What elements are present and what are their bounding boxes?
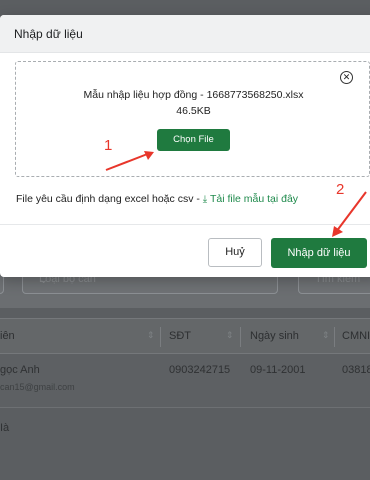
table-footer: Ià <box>0 410 370 460</box>
row-phone: 0903242715 <box>169 364 231 376</box>
column-divider <box>240 327 241 347</box>
annotation-arrow-1 <box>105 151 154 171</box>
annotation-arrow-2 <box>332 191 367 237</box>
table-row[interactable]: gọc Anh can15@gmail.com 0903242715 09-11… <box>0 354 370 408</box>
modal-header: Nhập dữ liệu <box>0 15 370 53</box>
column-divider <box>334 327 335 347</box>
format-hint: File yêu cầu định dạng excel hoặc csv - … <box>16 193 298 205</box>
format-hint-text: File yêu cầu định dạng excel hoặc csv - <box>16 193 203 205</box>
column-header-name[interactable]: iên <box>0 330 15 342</box>
import-modal: Nhập dữ liệu ✕ Mẫu nhập liệu hợp đồng - … <box>0 15 370 277</box>
cancel-button[interactable]: Huỷ <box>208 238 262 267</box>
file-size: 46.5KB <box>176 105 211 117</box>
data-table: iên ⇕ SĐT ⇕ Ngày sinh ⇕ CMNI gọc Anh can… <box>0 318 370 408</box>
row-name: gọc Anh <box>0 364 40 376</box>
column-divider <box>160 327 161 347</box>
file-drop-zone[interactable]: ✕ Mẫu nhập liệu hợp đồng - 1668773568250… <box>15 61 370 177</box>
remove-file-icon[interactable]: ✕ <box>340 71 353 84</box>
row-email: can15@gmail.com <box>0 382 75 392</box>
modal-title: Nhập dữ liệu <box>14 27 83 41</box>
table-header: iên ⇕ SĐT ⇕ Ngày sinh ⇕ CMNI <box>0 318 370 354</box>
column-header-phone[interactable]: SĐT <box>169 330 191 342</box>
modal-footer-divider <box>0 224 370 225</box>
file-name: Mẫu nhập liệu hợp đồng - 1668773568250.x… <box>83 89 304 101</box>
row-dob: 09-11-2001 <box>250 364 306 376</box>
sort-icon[interactable]: ⇕ <box>226 330 234 341</box>
column-header-dob[interactable]: Ngày sinh <box>250 330 299 342</box>
sort-icon[interactable]: ⇕ <box>147 330 155 341</box>
column-header-id[interactable]: CMNI <box>342 330 370 342</box>
download-icon[interactable]: ⤓ <box>203 194 207 205</box>
row-id: 03818 <box>342 364 370 376</box>
choose-file-button[interactable]: Chọn File <box>157 129 230 151</box>
footer-text: Ià <box>0 422 10 434</box>
sort-icon[interactable]: ⇕ <box>322 330 330 341</box>
download-template-link[interactable]: Tải file mẫu tại đây <box>210 193 298 205</box>
import-data-button[interactable]: Nhập dữ liệu <box>271 238 367 268</box>
